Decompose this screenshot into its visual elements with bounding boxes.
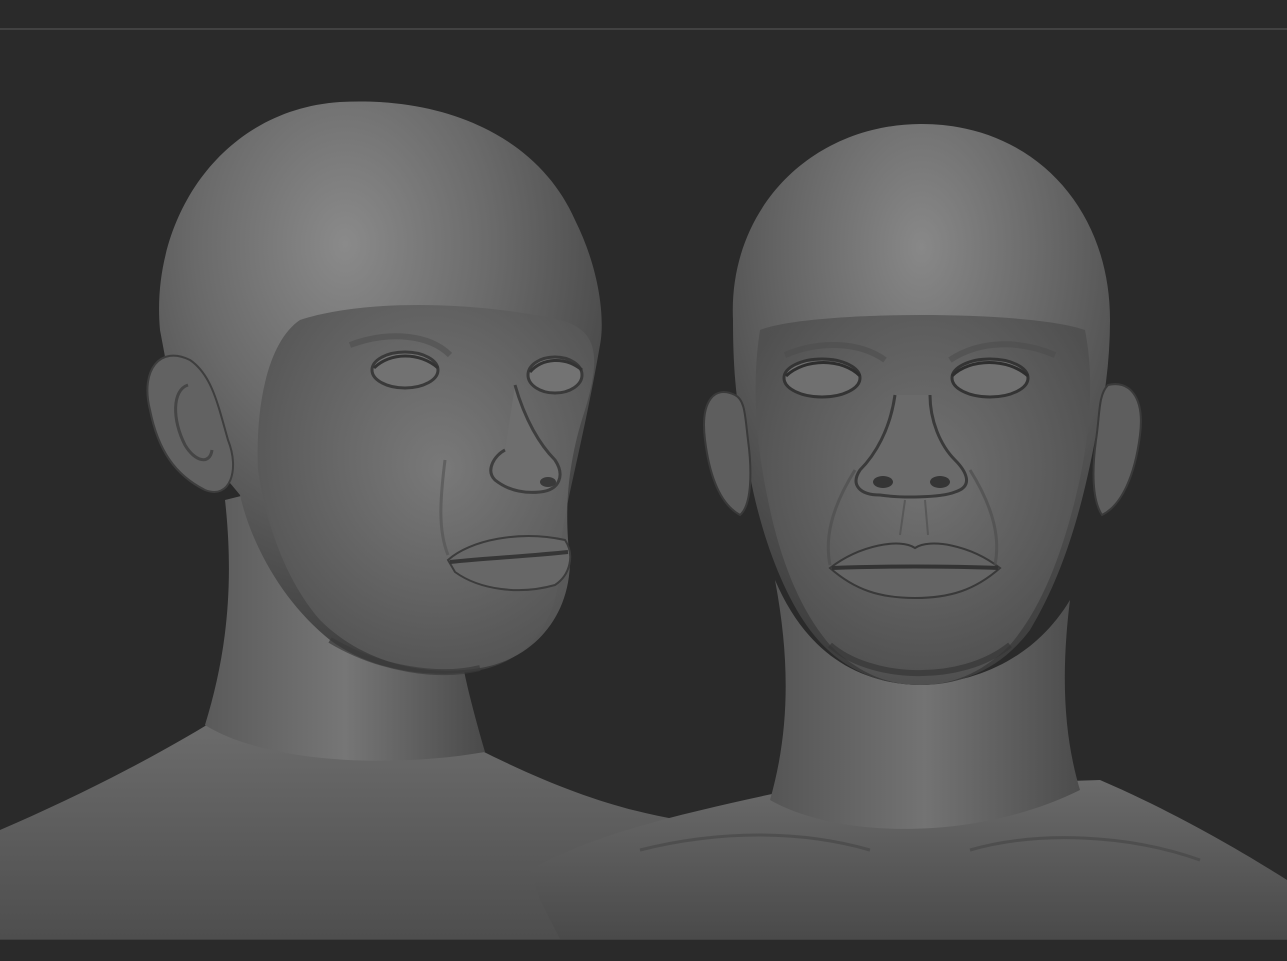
left-model-eye-near xyxy=(526,355,584,395)
right-model-eye-right xyxy=(950,357,1030,399)
viewport-canvas[interactable] xyxy=(0,0,1287,961)
right-model-eye-left xyxy=(782,357,862,399)
sculpt-viewport[interactable] xyxy=(0,0,1287,961)
